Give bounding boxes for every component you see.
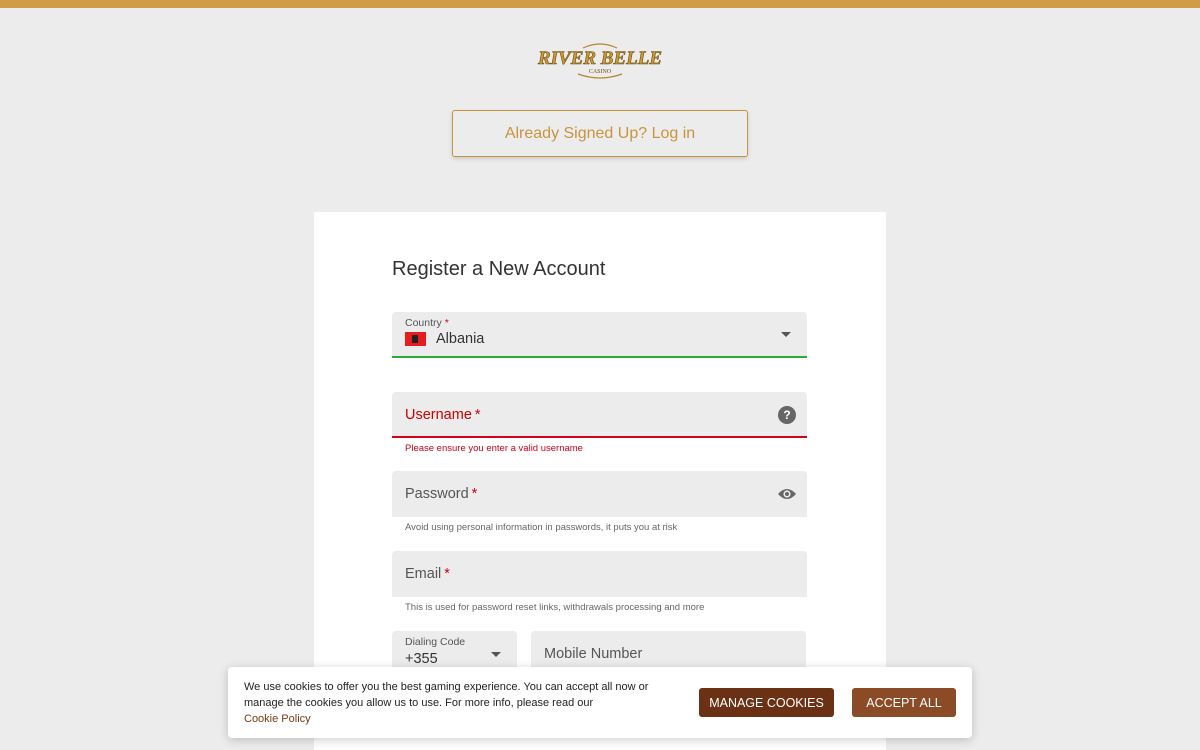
svg-text:RIVER BELLE: RIVER BELLE: [537, 48, 662, 69]
dialing-code-label: Dialing Code: [405, 636, 466, 648]
accept-all-button[interactable]: ACCEPT ALL: [852, 688, 956, 717]
country-value: Albania: [436, 331, 485, 347]
email-label: Email *: [405, 566, 450, 582]
username-label: Username *: [405, 407, 481, 423]
email-helper: This is used for password reset links, w…: [405, 602, 705, 613]
svg-text:CASINO: CASINO: [589, 69, 612, 75]
country-select[interactable]: Country * Albania: [392, 312, 807, 358]
cookie-policy-link[interactable]: Cookie Policy: [244, 711, 664, 727]
cookie-message: We use cookies to offer you the best gam…: [244, 679, 664, 727]
page-title: Register a New Account: [392, 258, 606, 280]
country-label: Country *: [405, 317, 449, 329]
chevron-down-icon: [781, 332, 791, 337]
mobile-number-label: Mobile Number: [544, 646, 643, 662]
password-label: Password *: [405, 486, 478, 502]
username-field[interactable]: Username * ?: [392, 392, 807, 438]
top-accent-bar: [0, 0, 1200, 8]
manage-cookies-button[interactable]: MANAGE COOKIES: [699, 688, 834, 717]
email-field[interactable]: Email *: [392, 551, 807, 597]
login-button[interactable]: Already Signed Up? Log in: [452, 110, 748, 157]
cookie-banner: We use cookies to offer you the best gam…: [228, 667, 972, 738]
password-field[interactable]: Password *: [392, 471, 807, 517]
albania-flag-icon: [405, 332, 426, 346]
eye-icon[interactable]: [777, 487, 797, 501]
chevron-down-icon: [491, 652, 501, 657]
river-belle-logo: RIVER BELLE CASINO: [537, 43, 662, 79]
dialing-code-value: +355: [405, 651, 438, 667]
password-helper: Avoid using personal information in pass…: [405, 522, 678, 533]
username-error: Please ensure you enter a valid username: [405, 443, 583, 454]
help-icon[interactable]: ?: [778, 406, 796, 424]
